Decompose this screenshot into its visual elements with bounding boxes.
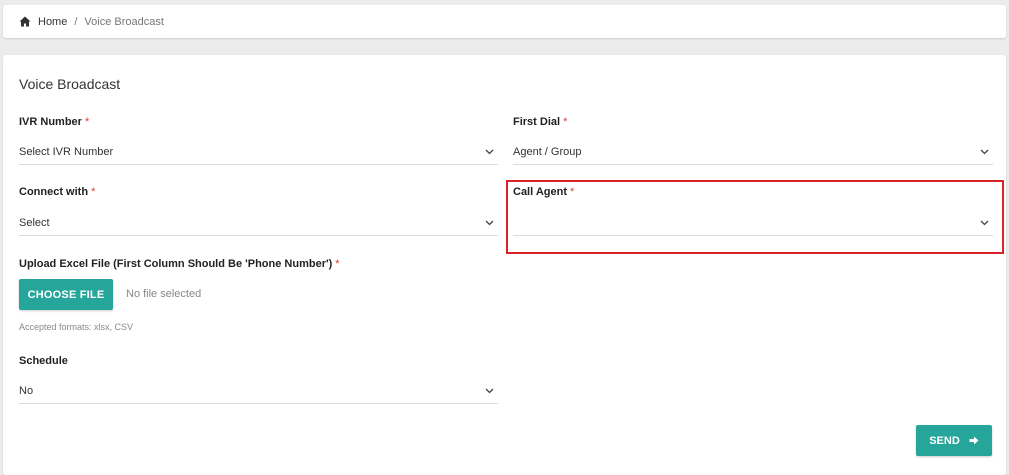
required-mark: * [563,116,568,128]
chevron-down-icon [980,149,989,155]
required-mark: * [91,186,96,198]
required-mark: * [335,258,340,270]
first-dial-select[interactable]: Agent / Group [513,139,993,165]
connect-with-select[interactable]: Select [19,210,498,236]
chevron-down-icon [485,220,494,226]
chevron-down-icon [980,220,989,226]
connect-with-label: Connect with * [19,186,95,198]
connect-with-label-text: Connect with [19,186,89,198]
call-agent-select[interactable] [513,210,993,236]
call-agent-label-text: Call Agent [513,186,567,198]
accepted-formats-hint: Accepted formats: xlsx, CSV [19,322,134,332]
call-agent-label: Call Agent * [513,186,574,198]
upload-label-text: Upload Excel File (First Column Should B… [19,258,333,270]
first-dial-label: First Dial * [513,116,567,128]
first-dial-value: Agent / Group [513,145,582,158]
page-title: Voice Broadcast [19,76,121,92]
send-button-label: SEND [929,434,960,447]
choose-file-button[interactable]: CHOOSE FILE [19,279,113,310]
first-dial-label-text: First Dial [513,116,561,128]
upload-label: Upload Excel File (First Column Should B… [19,258,340,270]
arrow-right-icon [969,436,979,445]
file-status: No file selected [126,288,202,300]
schedule-select[interactable]: No [19,378,498,404]
ivr-number-value: Select IVR Number [19,145,114,158]
breadcrumb-current: Voice Broadcast [84,15,164,28]
breadcrumb-separator: / [74,15,78,28]
schedule-value: No [19,384,34,397]
voice-broadcast-card: Voice Broadcast IVR Number * Select IVR N… [3,55,1006,475]
connect-with-value: Select [19,216,50,229]
send-button[interactable]: SEND [916,425,992,456]
required-mark: * [570,186,575,198]
schedule-label: Schedule [19,355,68,367]
home-icon[interactable] [19,16,31,27]
ivr-number-label: IVR Number * [19,116,89,128]
required-mark: * [84,116,90,128]
breadcrumb: Home / Voice Broadcast [3,5,1006,38]
breadcrumb-home-link[interactable]: Home [38,16,67,28]
ivr-number-select[interactable]: Select IVR Number [19,139,498,165]
chevron-down-icon [485,149,494,155]
ivr-number-label-text: IVR Number [19,116,82,128]
chevron-down-icon [485,388,494,394]
